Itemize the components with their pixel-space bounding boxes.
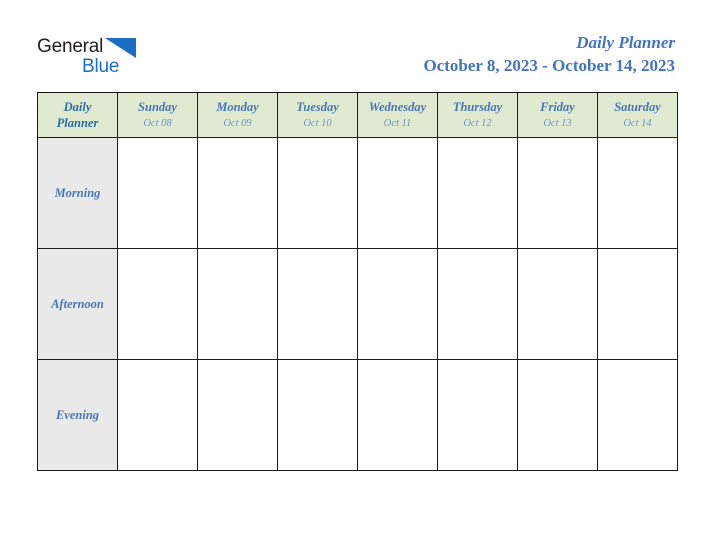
slot-afternoon-saturday[interactable] [597,248,678,360]
day-date: Oct 14 [623,118,652,129]
day-header-wednesday: Wednesday Oct 11 [357,92,438,138]
slot-afternoon-monday[interactable] [197,248,278,360]
slot-afternoon-tuesday[interactable] [277,248,358,360]
corner-header: Daily Planner [37,92,118,138]
row-label-text: Evening [55,408,100,422]
day-name: Saturday [614,100,661,114]
day-date: Oct 12 [463,118,492,129]
row-label-text: Afternoon [51,297,104,311]
slot-evening-saturday[interactable] [597,359,678,471]
slot-morning-thursday[interactable] [437,137,518,249]
slot-evening-sunday[interactable] [117,359,198,471]
slot-evening-tuesday[interactable] [277,359,358,471]
page-title: Daily Planner [576,33,675,52]
planner-page: General Blue Daily Planner October 8, 20… [0,0,712,550]
slot-afternoon-wednesday[interactable] [357,248,438,360]
slot-morning-sunday[interactable] [117,137,198,249]
slot-afternoon-thursday[interactable] [437,248,518,360]
day-header-monday: Monday Oct 09 [197,92,278,138]
day-name: Monday [216,100,259,114]
day-date: Oct 08 [143,118,172,129]
day-name: Thursday [452,100,503,114]
table-header-row: Daily Planner Sunday Oct 08 Monday Oct 0… [37,92,678,138]
slot-evening-friday[interactable] [517,359,598,471]
slot-afternoon-friday[interactable] [517,248,598,360]
slot-evening-thursday[interactable] [437,359,518,471]
slot-morning-tuesday[interactable] [277,137,358,249]
weekly-planner-table: Daily Planner Sunday Oct 08 Monday Oct 0… [37,92,678,471]
day-name: Wednesday [368,100,427,114]
day-name: Sunday [138,100,177,114]
day-date: Oct 11 [383,118,412,129]
day-header-thursday: Thursday Oct 12 [437,92,518,138]
slot-morning-monday[interactable] [197,137,278,249]
slot-evening-monday[interactable] [197,359,278,471]
page-header: General Blue Daily Planner October 8, 20… [0,0,712,90]
day-date: Oct 13 [543,118,572,129]
general-blue-logo[interactable]: General Blue [37,36,167,82]
day-name: Tuesday [296,100,339,114]
row-header-morning: Morning [37,137,118,249]
slot-morning-saturday[interactable] [597,137,678,249]
slot-morning-friday[interactable] [517,137,598,249]
slot-morning-wednesday[interactable] [357,137,438,249]
day-date: Oct 10 [303,118,332,129]
row-header-evening: Evening [37,359,118,471]
date-range: October 8, 2023 - October 14, 2023 [423,56,676,75]
logo-text-general: General [37,36,104,57]
row-header-afternoon: Afternoon [37,248,118,360]
title-block: Daily Planner October 8, 2023 - October … [424,33,676,77]
day-header-friday: Friday Oct 13 [517,92,598,138]
day-header-saturday: Saturday Oct 14 [597,92,678,138]
corner-label-line1: Daily [63,100,92,114]
day-header-tuesday: Tuesday Oct 10 [277,92,358,138]
day-name: Friday [540,100,575,114]
day-header-sunday: Sunday Oct 08 [117,92,198,138]
slot-afternoon-sunday[interactable] [117,248,198,360]
logo-text-blue: Blue [82,56,120,77]
slot-evening-wednesday[interactable] [357,359,438,471]
table-row-evening: Evening [37,359,678,471]
table-row-afternoon: Afternoon [37,248,678,360]
day-date: Oct 09 [223,118,252,129]
row-label-text: Morning [54,186,101,200]
corner-label-line2: Planner [56,116,99,130]
table-row-morning: Morning [37,137,678,249]
